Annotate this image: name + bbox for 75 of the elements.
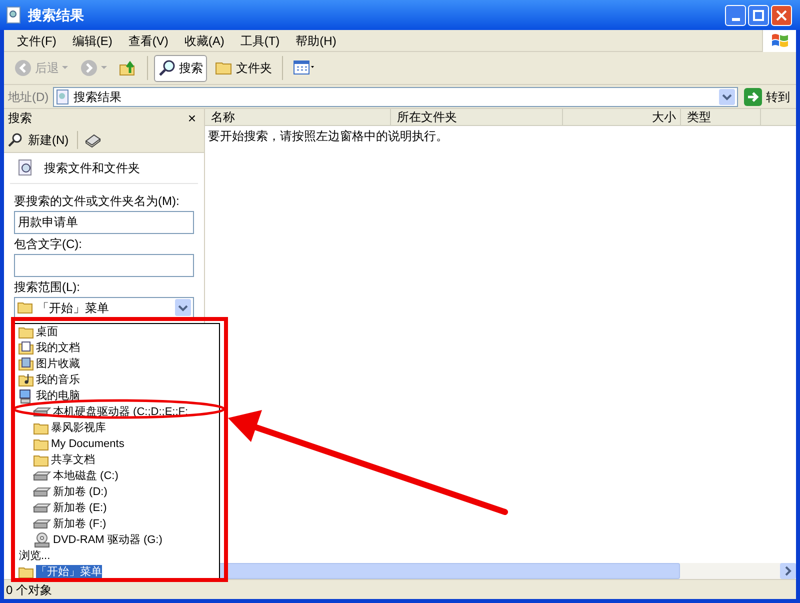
menu-item[interactable]: 查看(V) <box>121 30 176 50</box>
drive-icon <box>33 503 51 513</box>
status-text: 0 个对象 <box>6 582 52 598</box>
dropdown-item[interactable]: 本地磁盘 (C:) <box>33 468 118 484</box>
column-header[interactable]: 所在文件夹 <box>391 109 563 125</box>
go-button[interactable]: 转到 <box>742 88 792 106</box>
field-label: 包含文字(C): <box>14 236 83 253</box>
field-label: 搜索范围(L): <box>14 279 81 296</box>
maximize-button[interactable] <box>748 4 769 26</box>
dropdown-item[interactable]: 浏览... <box>18 548 50 564</box>
caret-icon <box>101 66 107 70</box>
search-icon <box>158 59 176 77</box>
field-label: 要搜索的文件或文件夹名为(M): <box>14 193 180 210</box>
flag-logo-icon <box>770 32 788 48</box>
dropdown-item[interactable]: 我的音乐 <box>18 372 80 388</box>
dropdown-item[interactable]: 我的电脑 <box>18 388 80 404</box>
dropdown-item[interactable]: 我的文档 <box>18 340 80 356</box>
folder-icon <box>18 326 34 338</box>
name-input-field[interactable]: 用款申请单 <box>14 211 194 234</box>
scope-dropdown[interactable]: 「开始」菜单 <box>14 297 194 318</box>
minimize-icon <box>732 18 740 20</box>
dropdown-item[interactable]: 图片收藏 <box>18 356 80 372</box>
column-header[interactable]: 类型 <box>681 109 761 125</box>
folder-icon <box>18 566 34 578</box>
folders-button[interactable]: 文件夹 <box>211 54 276 82</box>
drive-icon <box>33 407 51 417</box>
document-icon <box>56 88 70 104</box>
caret-icon <box>62 66 68 70</box>
magnifier-icon <box>8 132 24 148</box>
column-header[interactable]: 大小 <box>563 109 681 125</box>
dropdown-item[interactable]: 共享文档 <box>33 452 95 468</box>
text-input-field[interactable] <box>14 254 194 277</box>
menu-item[interactable]: 工具(T) <box>233 30 287 50</box>
menu-item[interactable]: 帮助(H) <box>288 30 344 50</box>
address-label: 地址(D) <box>8 88 49 106</box>
book-icon[interactable] <box>84 132 102 148</box>
dropdown-item[interactable]: 桌面 <box>18 324 58 340</box>
dropdown-item[interactable]: 新加卷 (D:) <box>33 484 108 500</box>
close-icon <box>776 10 787 20</box>
menu-item[interactable]: 收藏(A) <box>177 30 232 50</box>
menu-item[interactable]: 编辑(E) <box>65 30 120 50</box>
folder-icon <box>33 454 49 466</box>
drive-icon <box>33 471 51 481</box>
dropdown-item[interactable]: 暴风影视库 <box>33 420 106 436</box>
close-button[interactable] <box>771 4 792 26</box>
menu-item[interactable]: 文件(F) <box>10 30 64 50</box>
dropdown-item[interactable]: DVD-RAM 驱动器 (G:) <box>33 532 162 548</box>
dropdown-item[interactable]: My Documents <box>33 436 124 452</box>
maximize-icon <box>753 10 764 20</box>
dropdown-item[interactable]: 新加卷 (E:) <box>33 500 107 516</box>
column-header[interactable]: 名称 <box>205 109 391 125</box>
empty-message: 要开始搜索，请按照左边窗格中的说明执行。 <box>207 128 449 145</box>
dropdown-item[interactable]: 新加卷 (F:) <box>33 516 106 532</box>
folder-icon <box>17 301 33 314</box>
folder-picture-icon <box>18 357 34 371</box>
view-grid-icon <box>293 60 317 76</box>
drive-icon <box>33 487 51 497</box>
address-field[interactable]: 搜索结果 <box>52 86 738 106</box>
folder-icon <box>215 60 233 76</box>
folder-icon <box>33 422 49 434</box>
section-heading: 搜索文件和文件夹 <box>44 160 140 177</box>
window-title: 搜索结果 <box>28 6 85 24</box>
folder-document-icon <box>18 341 34 355</box>
folder-icon <box>33 438 49 450</box>
disc-drive-icon <box>33 532 51 548</box>
minimize-button[interactable] <box>725 4 746 26</box>
folder-up-icon <box>119 59 137 77</box>
folder-music-icon <box>18 373 34 387</box>
magnifier-document-icon <box>18 159 34 177</box>
close-button[interactable]: × <box>184 111 200 125</box>
scroll-right-icon[interactable] <box>780 563 796 579</box>
pane-title: 搜索 <box>8 110 33 127</box>
search-button[interactable]: 搜索 <box>154 54 207 82</box>
drive-icon <box>33 519 51 529</box>
document-icon <box>6 6 22 24</box>
